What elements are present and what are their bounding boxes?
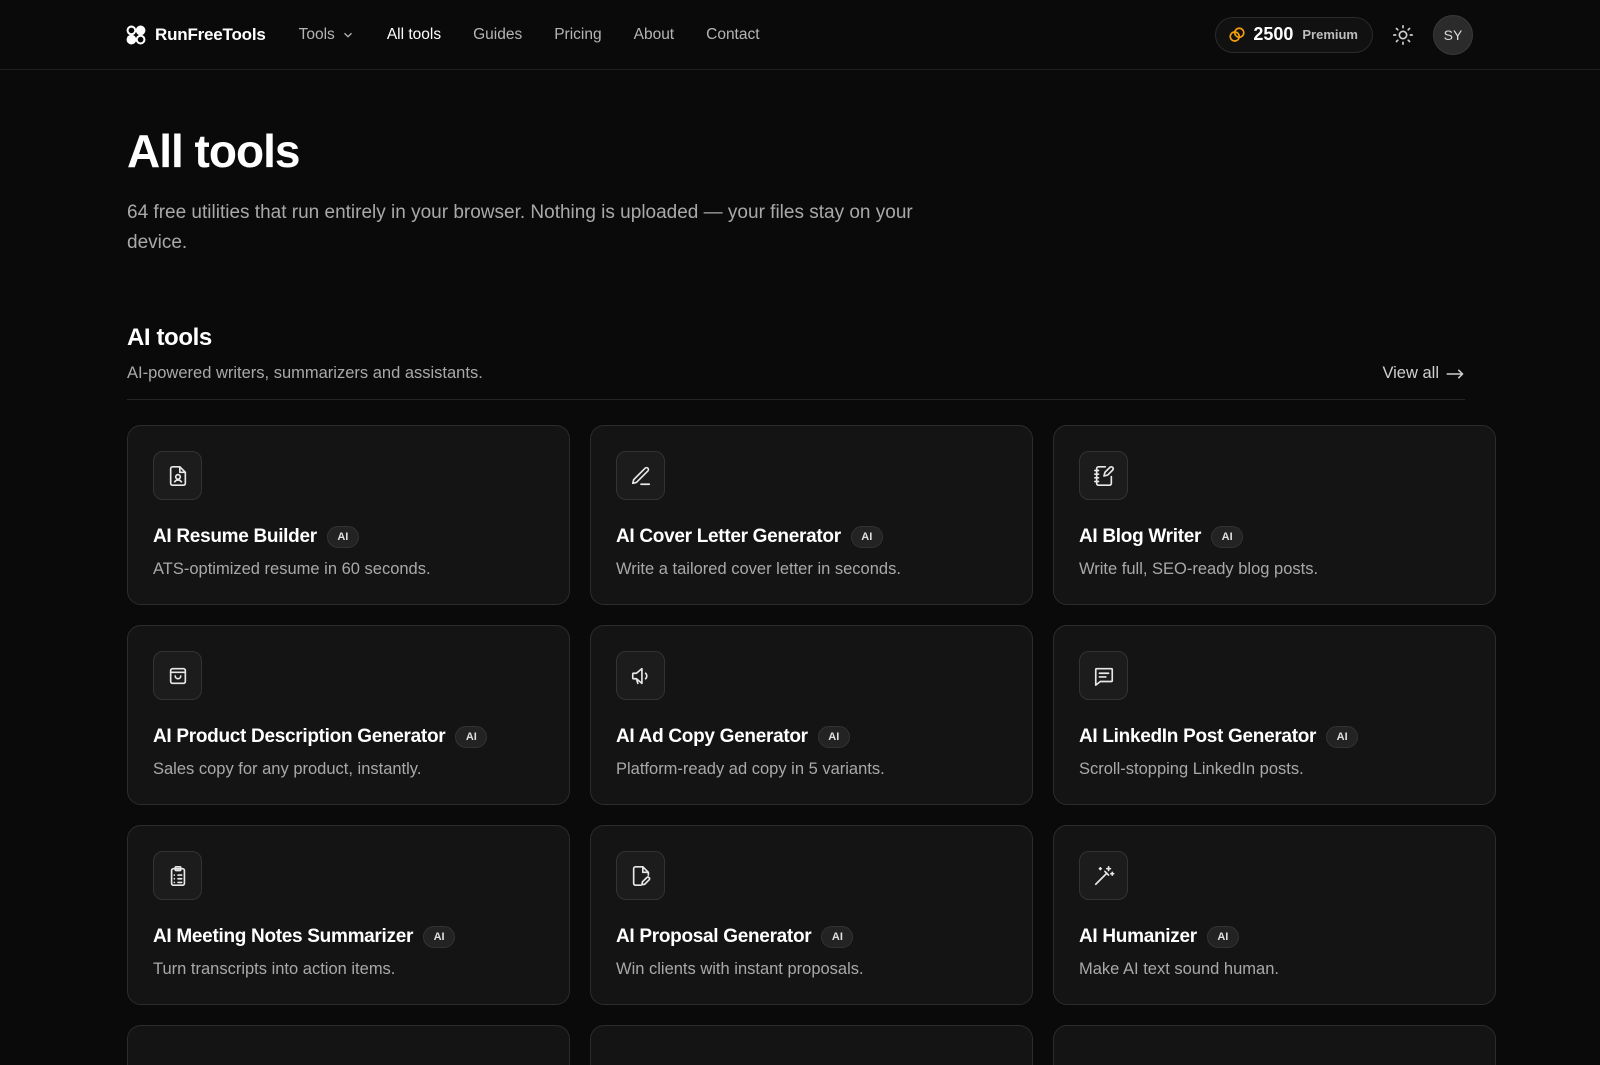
nav-all-tools[interactable]: All tools [387, 26, 441, 44]
tool-description: Scroll-stopping LinkedIn posts. [1079, 760, 1304, 778]
tool-icon-box [153, 851, 202, 900]
tool-card-meeting-notes[interactable]: AI Meeting Notes Summarizer AI Turn tran… [127, 825, 570, 1005]
ai-badge: AI [817, 726, 850, 748]
ai-badge: AI [821, 926, 854, 948]
tools-grid: AI Resume Builder AI ATS-optimized resum… [127, 425, 1496, 1065]
shopping-bag-icon [169, 667, 186, 684]
tool-icon-box [1079, 851, 1128, 900]
tool-title: AI Resume Builder [153, 526, 317, 547]
view-all-label: View all [1382, 364, 1439, 382]
plan-label: Premium [1302, 27, 1358, 42]
tool-card-product-description[interactable]: AI Product Description Generator AI Sale… [127, 625, 570, 805]
ai-badge: AI [1326, 726, 1359, 748]
page-lead: 64 free utilities that run entirely in y… [127, 202, 913, 253]
tool-description: Sales copy for any product, instantly. [153, 760, 422, 778]
ai-badge: AI [423, 926, 456, 948]
tool-icon-box [616, 851, 665, 900]
tool-icon-box [616, 451, 665, 500]
megaphone-icon [631, 667, 648, 684]
tool-title-row: AI Resume Builder AI [153, 526, 544, 548]
tool-title: AI LinkedIn Post Generator [1079, 726, 1317, 747]
notebook-pen-icon [1093, 465, 1114, 486]
pen-icon [631, 466, 650, 485]
user-avatar-button[interactable]: SY [1433, 14, 1473, 55]
tool-description: Win clients with instant proposals. [616, 960, 864, 978]
credits-amount: 2500 [1253, 24, 1294, 44]
tool-card-proposal[interactable]: AI Proposal Generator AI Win clients wit… [590, 825, 1033, 1005]
tool-description: Write a tailored cover letter in seconds… [616, 560, 901, 578]
tool-card-partial[interactable] [590, 1025, 1033, 1065]
tool-title: AI Cover Letter Generator [616, 526, 841, 547]
arrow-right-icon [1446, 368, 1464, 379]
tool-icon-box [153, 451, 202, 500]
tool-title: AI Ad Copy Generator [616, 726, 808, 747]
tool-title: AI Blog Writer [1079, 526, 1202, 547]
tool-card-blog-writer[interactable]: AI Blog Writer AI Write full, SEO-ready … [1053, 425, 1496, 605]
brand-logo-link[interactable]: RunFreeTools [125, 24, 266, 46]
ai-badge: AI [1206, 926, 1239, 948]
credits-badge[interactable]: 2500 Premium [1215, 16, 1373, 53]
nav-contact[interactable]: Contact [706, 26, 759, 44]
file-pen-icon [632, 865, 650, 886]
main-content: All tools 64 free utilities that run ent… [0, 128, 1600, 1065]
sun-icon [1393, 24, 1413, 45]
tool-title-row: AI Ad Copy Generator AI [616, 726, 1007, 748]
nav-tools-dropdown[interactable]: Tools [299, 26, 355, 44]
clipboard-list-icon [170, 865, 185, 886]
theme-toggle-button[interactable] [1389, 21, 1417, 49]
tool-title: AI Meeting Notes Summarizer [153, 926, 414, 947]
section-subtitle: AI-powered writers, summarizers and assi… [127, 364, 483, 382]
tool-title-row: AI Meeting Notes Summarizer AI [153, 926, 544, 948]
tool-description: Write full, SEO-ready blog posts. [1079, 560, 1319, 578]
tool-title-row: AI Blog Writer AI [1079, 526, 1470, 548]
tool-title-row: AI Product Description Generator AI [153, 726, 544, 748]
chevron-down-icon [343, 32, 352, 38]
ai-badge: AI [850, 526, 883, 548]
clover-logo-icon [126, 25, 146, 44]
message-square-text-icon [1094, 667, 1113, 686]
header-actions: 2500 Premium SY [1215, 14, 1473, 55]
section-title: AI tools [127, 324, 212, 351]
tool-title: AI Proposal Generator [616, 926, 812, 947]
ai-badge: AI [1211, 526, 1244, 548]
tool-title-row: AI Humanizer AI [1079, 926, 1470, 948]
tool-icon-box [1079, 451, 1128, 500]
view-all-link[interactable]: View all [1382, 364, 1465, 383]
file-user-icon [169, 465, 186, 486]
ai-badge: AI [455, 726, 488, 748]
tool-card-resume-builder[interactable]: AI Resume Builder AI ATS-optimized resum… [127, 425, 570, 605]
tool-card-ad-copy[interactable]: AI Ad Copy Generator AI Platform-ready a… [590, 625, 1033, 805]
tool-title-row: AI Proposal Generator AI [616, 926, 1007, 948]
tool-description: Turn transcripts into action items. [153, 960, 396, 978]
tool-card-partial[interactable] [1053, 1025, 1496, 1065]
page-title: All tools [127, 125, 300, 177]
tool-description: Make AI text sound human. [1079, 960, 1279, 978]
tool-title: AI Product Description Generator [153, 726, 446, 747]
top-navbar: RunFreeTools Tools All tools Guides Pric… [0, 0, 1600, 70]
brand-name: RunFreeTools [155, 24, 266, 44]
section-header: AI tools AI-powered writers, summarizers… [127, 324, 1465, 400]
nav-about[interactable]: About [634, 26, 675, 44]
tool-icon-box [616, 651, 665, 700]
wand-sparkles-icon [1094, 865, 1114, 885]
tool-title-row: AI LinkedIn Post Generator AI [1079, 726, 1470, 748]
coins-icon [1229, 26, 1245, 42]
tool-card-humanizer[interactable]: AI Humanizer AI Make AI text sound human… [1053, 825, 1496, 1005]
tool-title: AI Humanizer [1079, 926, 1197, 947]
main-nav: Tools All tools Guides Pricing About Con… [299, 26, 760, 44]
ai-badge: AI [326, 526, 359, 548]
tool-icon-box [1079, 651, 1128, 700]
tool-title-row: AI Cover Letter Generator AI [616, 526, 1007, 548]
tool-description: ATS-optimized resume in 60 seconds. [153, 560, 431, 578]
tool-card-cover-letter[interactable]: AI Cover Letter Generator AI Write a tai… [590, 425, 1033, 605]
tool-description: Platform-ready ad copy in 5 variants. [616, 760, 885, 778]
tool-card-linkedin-post[interactable]: AI LinkedIn Post Generator AI Scroll-sto… [1053, 625, 1496, 805]
nav-guides[interactable]: Guides [473, 26, 522, 44]
tool-card-partial[interactable] [127, 1025, 570, 1065]
nav-tools-label: Tools [298, 25, 335, 43]
tool-icon-box [153, 651, 202, 700]
nav-pricing[interactable]: Pricing [554, 26, 601, 44]
